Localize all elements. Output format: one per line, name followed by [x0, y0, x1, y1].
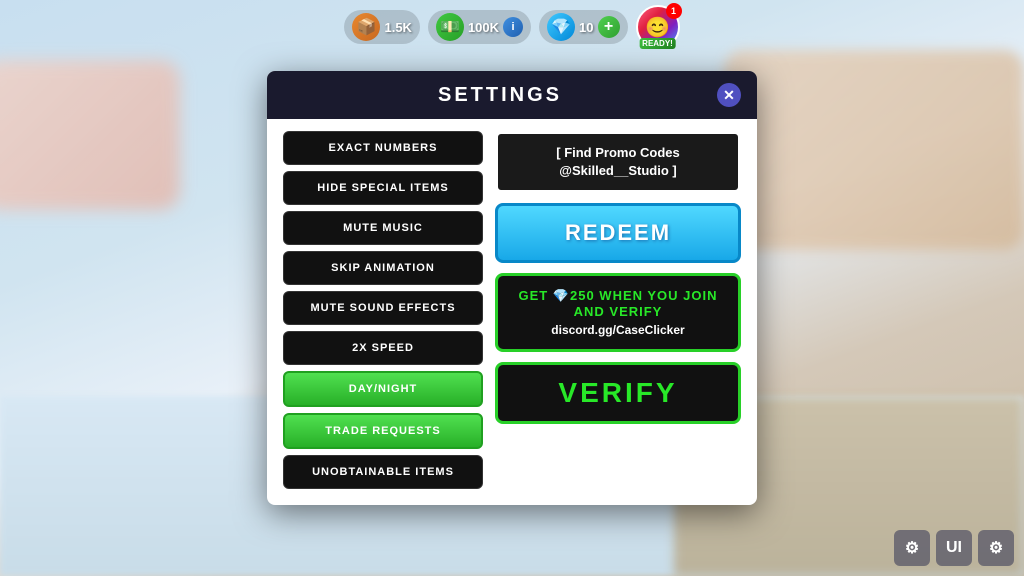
settings-buttons-column: EXACT NUMBERS HIDE SPECIAL ITEMS MUTE MU… — [283, 131, 483, 489]
modal-title: SETTINGS — [283, 84, 717, 107]
modal-header: SETTINGS ✕ — [267, 71, 757, 119]
trade-requests-button[interactable]: TRADE REQUESTS — [283, 413, 483, 449]
discord-box: GET 💎250 WHEN YOU JOIN AND VERIFY discor… — [495, 273, 741, 352]
verify-button[interactable]: VERIFY — [495, 362, 741, 424]
day-night-button[interactable]: DAY/NIGHT — [283, 371, 483, 407]
promo-line1: [ Find Promo Codes — [508, 144, 728, 162]
discord-title: GET 💎250 WHEN YOU JOIN AND VERIFY — [510, 288, 726, 319]
discord-link: discord.gg/CaseClicker — [510, 323, 726, 337]
settings-right-column: [ Find Promo Codes @Skilled__Studio ] RE… — [495, 131, 741, 489]
modal-overlay: SETTINGS ✕ EXACT NUMBERS HIDE SPECIAL IT… — [0, 0, 1024, 576]
skip-animation-button[interactable]: SKIP ANIMATION — [283, 251, 483, 285]
unobtainable-items-button[interactable]: UNOBTAINABLE ITEMS — [283, 455, 483, 489]
redeem-button[interactable]: REDEEM — [495, 203, 741, 263]
settings-modal: SETTINGS ✕ EXACT NUMBERS HIDE SPECIAL IT… — [267, 71, 757, 505]
promo-box: [ Find Promo Codes @Skilled__Studio ] — [495, 131, 741, 193]
close-button[interactable]: ✕ — [717, 83, 741, 107]
mute-music-button[interactable]: MUTE MUSIC — [283, 211, 483, 245]
modal-body: EXACT NUMBERS HIDE SPECIAL ITEMS MUTE MU… — [267, 119, 757, 489]
mute-sound-effects-button[interactable]: MUTE SOUND EFFECTS — [283, 291, 483, 325]
hide-special-items-button[interactable]: HIDE SPECIAL ITEMS — [283, 171, 483, 205]
promo-line2: @Skilled__Studio ] — [508, 162, 728, 180]
2x-speed-button[interactable]: 2X SPEED — [283, 331, 483, 365]
exact-numbers-button[interactable]: EXACT NUMBERS — [283, 131, 483, 165]
